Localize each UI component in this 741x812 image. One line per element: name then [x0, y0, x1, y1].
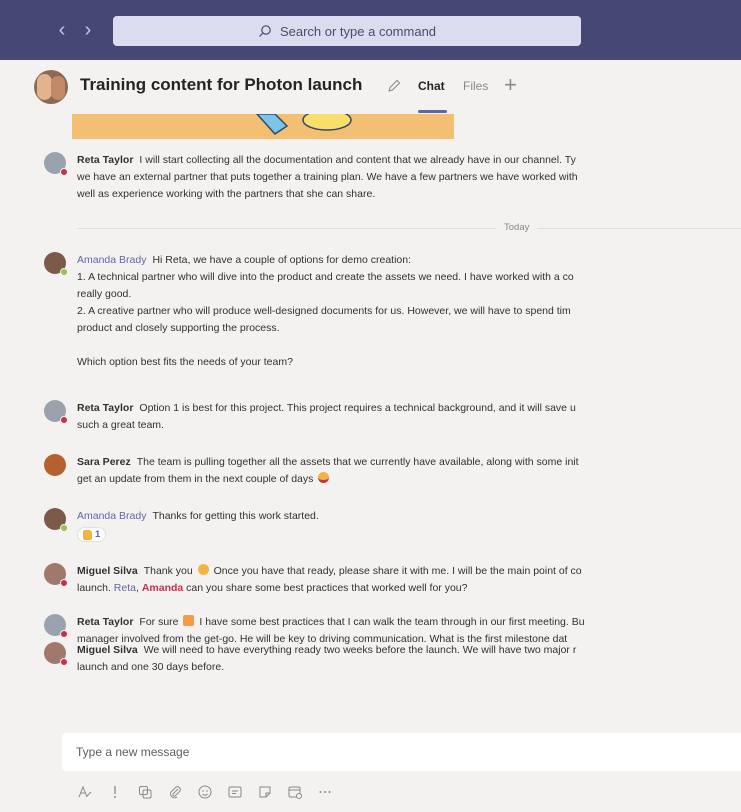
gif-icon[interactable]: [226, 783, 244, 801]
compose-box[interactable]: [62, 733, 741, 771]
message-text: get an update from them in the next coup…: [77, 473, 314, 485]
avatar[interactable]: [44, 400, 68, 424]
format-icon[interactable]: [76, 783, 94, 801]
author-name[interactable]: Amanda Brady: [77, 510, 146, 522]
message-text: Thank you: [143, 565, 193, 577]
message-text: product and closely supporting the proce…: [77, 322, 280, 334]
message-text: I have some best practices that I can wa…: [199, 616, 585, 628]
message-text: really good.: [77, 288, 132, 300]
search-box[interactable]: Search or type a command: [113, 16, 581, 46]
loop-component-icon[interactable]: [136, 783, 154, 801]
avatar[interactable]: [44, 614, 68, 638]
chat-pane[interactable]: Reta Taylor I will start collecting all t…: [0, 114, 741, 724]
thumbs-up-icon: [83, 529, 92, 540]
date-divider-label: Today: [496, 222, 538, 233]
mention-amanda[interactable]: Amanda: [142, 582, 183, 594]
message-text: The team is pulling together all the ass…: [136, 456, 579, 468]
message-text: launch and one 30 days before.: [77, 661, 225, 673]
message-text: well as experience working with the part…: [77, 188, 376, 200]
message-text: Option 1 is best for this project. This …: [139, 402, 576, 414]
message-text: 2. A creative partner who will produce w…: [77, 305, 571, 317]
like-reaction[interactable]: 1: [77, 527, 107, 542]
avatar[interactable]: [44, 252, 68, 276]
author-name[interactable]: Amanda Brady: [77, 254, 146, 266]
message-text: For sure: [139, 616, 179, 628]
search-icon: [259, 25, 271, 37]
back-arrow-icon[interactable]: ‹: [52, 16, 72, 44]
author-name[interactable]: Reta Taylor: [77, 154, 133, 166]
message-text: we have an external partner that puts to…: [77, 171, 578, 183]
smile-emoji-icon: [197, 564, 209, 575]
group-avatar: [34, 70, 68, 104]
party-emoji-icon: [183, 615, 195, 626]
avatar[interactable]: [44, 152, 68, 176]
image-attachment[interactable]: [72, 114, 454, 139]
compose-toolbar: [76, 782, 334, 802]
author-name[interactable]: Reta Taylor: [77, 402, 133, 414]
sticker-icon[interactable]: [256, 783, 274, 801]
sunglasses-emoji-icon: [318, 472, 330, 483]
message-text: Once you have that ready, please share i…: [213, 565, 582, 577]
active-tab-indicator: [418, 110, 447, 113]
message-text: such a great team.: [77, 419, 164, 431]
message-text: 1. A technical partner who will dive int…: [77, 271, 574, 283]
page-title: Training content for Photon launch: [80, 75, 363, 94]
author-name[interactable]: Miguel Silva: [77, 565, 138, 577]
message-text: can you share some best practices that w…: [186, 582, 468, 594]
avatar[interactable]: [44, 563, 68, 587]
avatar[interactable]: [44, 454, 66, 476]
add-tab-icon[interactable]: +: [504, 72, 517, 98]
tab-files[interactable]: Files: [463, 79, 488, 93]
reaction-count: 1: [95, 529, 101, 540]
date-divider: [77, 228, 741, 229]
important-icon[interactable]: [106, 783, 124, 801]
author-name[interactable]: Sara Perez: [77, 456, 131, 468]
message-input[interactable]: [62, 733, 741, 771]
search-placeholder: Search or type a command: [279, 23, 437, 39]
author-name[interactable]: Reta Taylor: [77, 616, 133, 628]
message-text: Thanks for getting this work started.: [152, 510, 319, 522]
emoji-icon[interactable]: [196, 783, 214, 801]
more-options-icon[interactable]: [316, 783, 334, 801]
message-text: launch.: [77, 582, 111, 594]
illustration-icon: [255, 114, 352, 135]
avatar[interactable]: [44, 642, 68, 666]
attach-icon[interactable]: [166, 783, 184, 801]
message-text: Which option best fits the needs of your…: [77, 356, 293, 368]
author-name[interactable]: Miguel Silva: [77, 644, 138, 656]
avatar[interactable]: [44, 508, 68, 532]
title-bar: ‹ › Search or type a command: [0, 0, 741, 60]
message-text: I will start collecting all the document…: [139, 154, 576, 166]
message-text: Hi Reta, we have a couple of options for…: [152, 254, 412, 266]
forward-arrow-icon[interactable]: ›: [78, 16, 98, 44]
schedule-meeting-icon[interactable]: [286, 783, 304, 801]
pencil-icon[interactable]: [386, 78, 402, 94]
message-text: We will need to have everything ready tw…: [143, 644, 577, 656]
mention-reta[interactable]: Reta: [114, 582, 136, 594]
tab-chat[interactable]: Chat: [418, 79, 445, 93]
